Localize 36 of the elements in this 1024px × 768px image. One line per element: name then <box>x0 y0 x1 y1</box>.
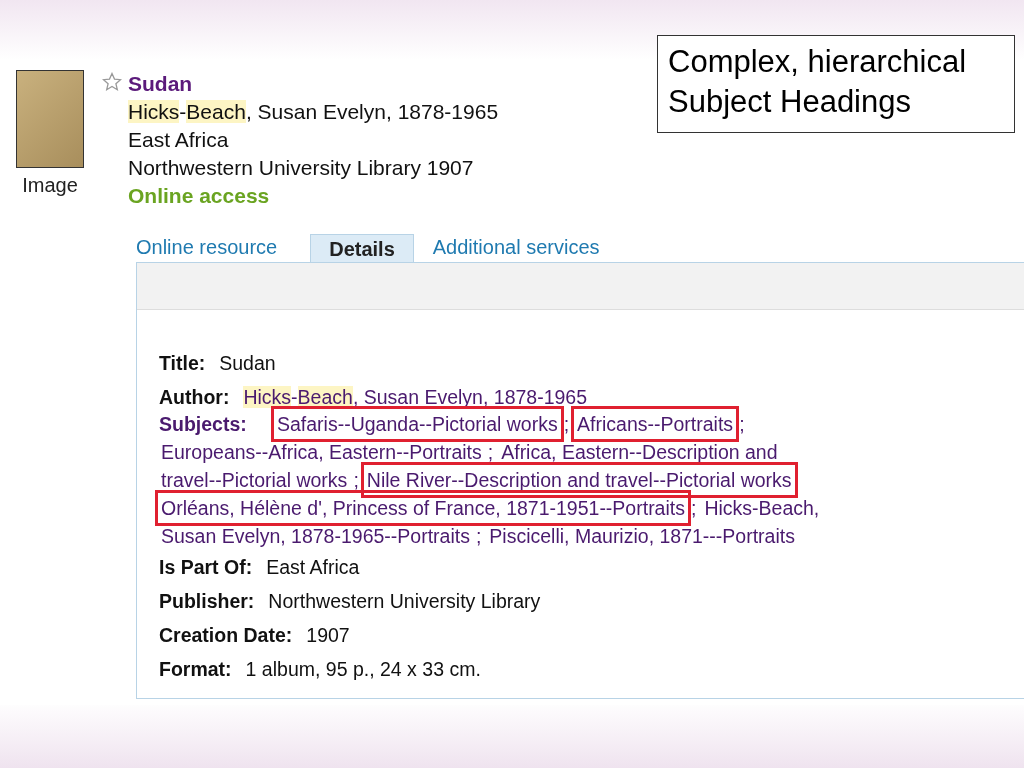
field-value: East Africa <box>266 555 360 579</box>
subject-link[interactable]: Hicks-Beach, <box>702 494 822 522</box>
field-value: Sudan <box>219 351 276 375</box>
separator: ; <box>690 496 697 521</box>
separator: ; <box>353 468 359 493</box>
callout-box: Complex, hierarchical Subject Headings <box>657 35 1015 133</box>
photo-placeholder[interactable] <box>16 70 84 168</box>
separator: ; <box>475 524 482 549</box>
subject-link[interactable]: travel--Pictorial works <box>159 466 350 494</box>
tab[interactable]: Additional services <box>431 233 601 262</box>
author-link[interactable]: Hicks-Beach, Susan Evelyn, 1878-1965 <box>243 385 588 409</box>
field-value: 1 album, 95 p., 24 x 33 cm. <box>245 657 481 681</box>
field-label: Subjects: <box>159 412 247 437</box>
field-label: Creation Date: <box>159 623 293 647</box>
thumbnail-label: Image <box>22 174 78 197</box>
record-series: East Africa <box>128 127 230 153</box>
record-title-link[interactable]: Sudan <box>128 70 499 98</box>
subject-link[interactable]: Susan Evelyn, 1878-1965--Portraits <box>159 522 472 550</box>
record-publisher: Northwestern University Library 1907 <box>128 155 475 181</box>
tab[interactable]: Online resource <box>135 233 279 262</box>
separator: ; <box>739 412 745 437</box>
field-label: Title: <box>159 351 206 375</box>
record-author: Hicks-Beach, Susan Evelyn, 1878-1965 <box>128 99 499 125</box>
separator: ; <box>563 412 570 437</box>
field-value: Northwestern University Library <box>268 589 541 613</box>
subject-link[interactable]: Africa, Eastern--Description and <box>499 438 780 466</box>
star-icon[interactable] <box>102 72 122 92</box>
subject-link[interactable]: Europeans--Africa, Eastern--Portraits <box>159 438 484 466</box>
subject-link[interactable]: Piscicelli, Maurizio, 1871---Portraits <box>487 522 797 550</box>
separator: ; <box>487 440 494 465</box>
field-label: Author: <box>159 385 230 409</box>
tab[interactable]: Details <box>310 234 414 262</box>
field-value: 1907 <box>306 623 350 647</box>
field-label: Is Part Of: <box>159 555 253 579</box>
field-label: Publisher: <box>159 589 255 613</box>
field-label: Format: <box>159 657 232 681</box>
